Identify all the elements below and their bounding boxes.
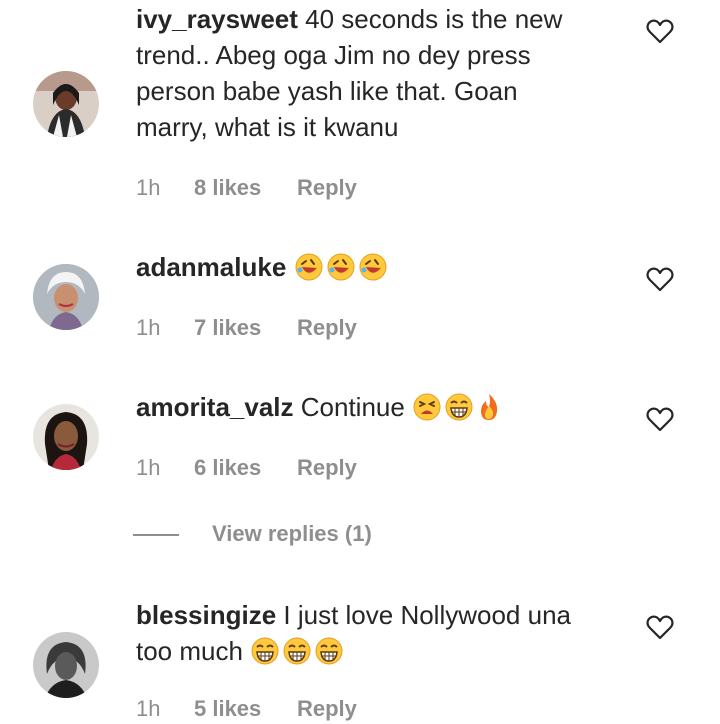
view-replies-button[interactable]: View replies (1) — [133, 518, 372, 550]
heart-outline-icon[interactable] — [646, 406, 674, 432]
likes-count[interactable]: 8 likes — [194, 173, 297, 203]
comment-meta: 1h 6 likes Reply — [136, 453, 357, 483]
likes-count[interactable]: 7 likes — [194, 313, 297, 343]
grin-squint-emoji-icon — [314, 636, 344, 675]
grin-squint-emoji-icon — [444, 392, 474, 431]
reply-button[interactable]: Reply — [297, 173, 357, 203]
comment-time: 1h — [136, 175, 161, 200]
comment-body-line: person babe yash like that. Goan — [136, 76, 518, 106]
avatar[interactable] — [33, 632, 99, 698]
avatar[interactable] — [33, 404, 99, 470]
comment-time: 1h — [136, 696, 161, 721]
rofl-emoji-icon — [358, 252, 388, 291]
comment-text: adanmaluke — [136, 249, 606, 291]
comment-body-line: trend.. Abeg oga Jim no dey press — [136, 40, 531, 70]
comment-body-line: I just love Nollywood una — [283, 600, 571, 630]
divider — [133, 534, 179, 537]
reply-button[interactable]: Reply — [297, 694, 357, 724]
fire-emoji-icon — [476, 392, 502, 431]
username[interactable]: blessingize — [136, 600, 276, 630]
tired-face-emoji-icon — [412, 392, 442, 431]
heart-outline-icon[interactable] — [646, 18, 674, 44]
comment-time: 1h — [136, 315, 161, 340]
comment-time: 1h — [136, 455, 161, 480]
avatar[interactable] — [33, 71, 99, 137]
grin-squint-emoji-icon — [250, 636, 280, 675]
comment-body-line: 40 seconds is the new — [305, 4, 563, 34]
view-replies-label: View replies (1) — [212, 521, 372, 546]
reply-button[interactable]: Reply — [297, 453, 357, 483]
username[interactable]: amorita_valz — [136, 392, 294, 422]
grin-squint-emoji-icon — [282, 636, 312, 675]
comment-meta: 1h 7 likes Reply — [136, 313, 357, 343]
comment-text: blessingize I just love Nollywood una to… — [136, 597, 606, 675]
username[interactable]: adanmaluke — [136, 252, 286, 282]
heart-outline-icon[interactable] — [646, 614, 674, 640]
reply-button[interactable]: Reply — [297, 313, 357, 343]
likes-count[interactable]: 5 likes — [194, 694, 297, 724]
username[interactable]: ivy_raysweet — [136, 4, 298, 34]
comment-text: ivy_raysweet 40 seconds is the new trend… — [136, 1, 606, 145]
likes-count[interactable]: 6 likes — [194, 453, 297, 483]
heart-outline-icon[interactable] — [646, 266, 674, 292]
comment-body-line: Continue — [300, 392, 405, 422]
comment-meta: 1h 5 likes Reply — [136, 694, 357, 724]
rofl-emoji-icon — [294, 252, 324, 291]
comment-body-line: too much — [136, 636, 243, 666]
comment-body-line: marry, what is it kwanu — [136, 112, 399, 142]
avatar[interactable] — [33, 264, 99, 330]
comment-text: amorita_valz Continue — [136, 389, 606, 431]
rofl-emoji-icon — [326, 252, 356, 291]
comment-meta: 1h 8 likes Reply — [136, 173, 357, 203]
